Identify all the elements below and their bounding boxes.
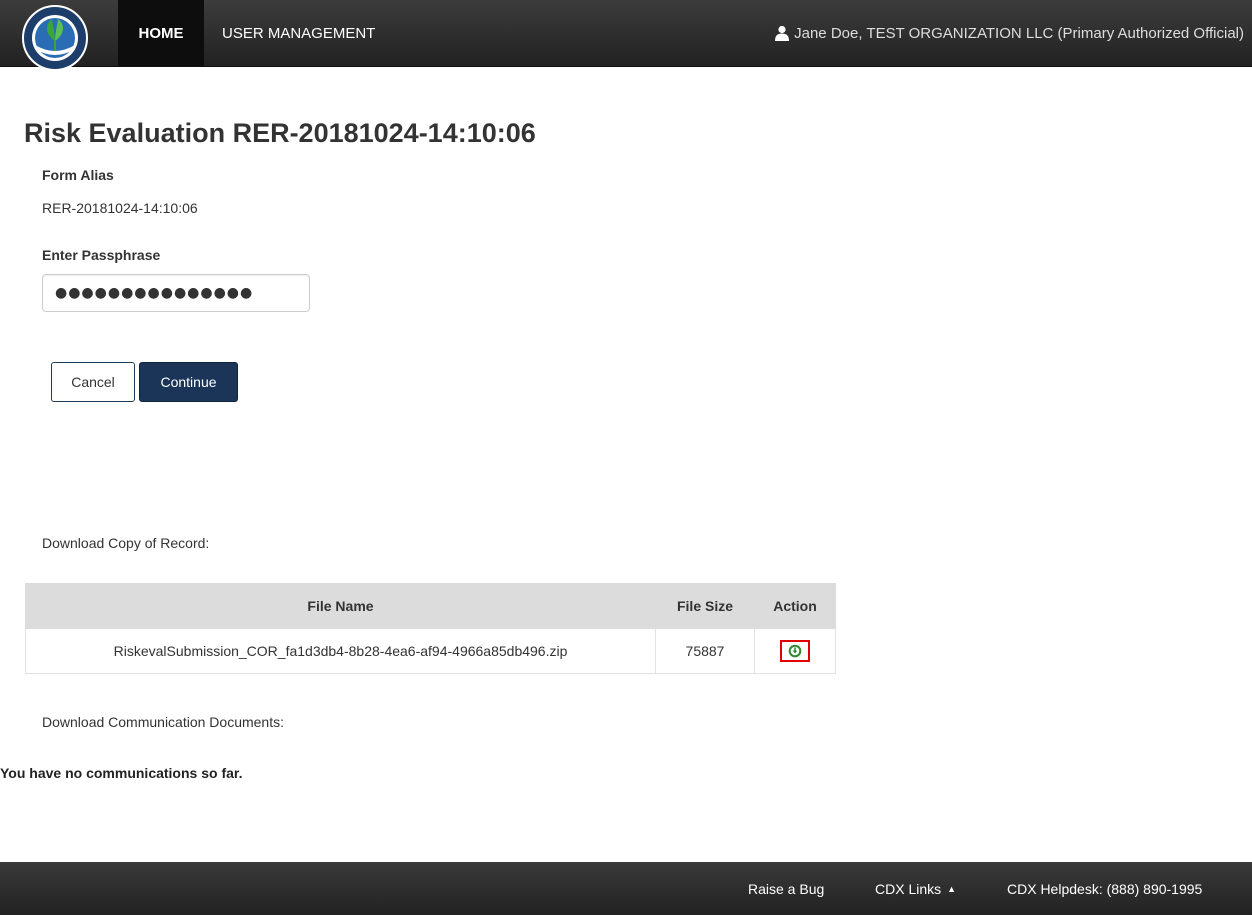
download-icon: [788, 644, 802, 658]
form-alias-label: Form Alias: [42, 167, 114, 183]
passphrase-input[interactable]: [42, 274, 310, 312]
user-menu[interactable]: Jane Doe, TEST ORGANIZATION LLC (Primary…: [774, 0, 1244, 66]
column-header-action: Action: [754, 583, 836, 629]
communications-label: Download Communication Documents:: [42, 714, 284, 730]
page-title: Risk Evaluation RER-20181024-14:10:06: [24, 118, 536, 148]
action-cell: [754, 628, 836, 674]
form-alias-value: RER-20181024-14:10:06: [42, 200, 198, 216]
epa-logo[interactable]: [22, 5, 88, 89]
cancel-button[interactable]: Cancel: [51, 362, 135, 402]
file-size-cell: 75887: [655, 628, 755, 674]
page: HOME USER MANAGEMENT Jane Doe, TEST ORGA…: [0, 0, 1252, 915]
no-communications-message: You have no communications so far.: [0, 765, 243, 781]
caret-up-icon: ▲: [947, 883, 957, 894]
nav-home[interactable]: HOME: [118, 0, 204, 66]
user-name-label: Jane Doe, TEST ORGANIZATION LLC (Primary…: [794, 24, 1244, 42]
raise-bug-link[interactable]: Raise a Bug: [748, 862, 824, 915]
epa-seal-icon: [22, 5, 88, 71]
passphrase-label: Enter Passphrase: [42, 247, 161, 263]
nav-user-management[interactable]: USER MANAGEMENT: [222, 0, 375, 66]
user-icon: [775, 25, 790, 41]
file-name-cell: RiskevalSubmission_COR_fa1d3db4-8b28-4ea…: [25, 628, 656, 674]
copy-of-record-label: Download Copy of Record:: [42, 535, 210, 551]
top-navbar: HOME USER MANAGEMENT Jane Doe, TEST ORGA…: [0, 0, 1252, 71]
copy-of-record-table: File Name File Size Action RiskevalSubmi…: [25, 583, 836, 674]
column-header-file-name: File Name: [25, 583, 656, 629]
footer: Raise a Bug CDX Links ▲ CDX Helpdesk: (8…: [0, 862, 1252, 915]
download-button[interactable]: [780, 640, 810, 662]
cdx-links-menu[interactable]: CDX Links ▲: [875, 862, 956, 915]
continue-button[interactable]: Continue: [139, 362, 238, 402]
cdx-links-label: CDX Links: [875, 880, 942, 897]
table-row: RiskevalSubmission_COR_fa1d3db4-8b28-4ea…: [25, 628, 836, 674]
table-header-row: File Name File Size Action: [25, 583, 836, 629]
cdx-helpdesk-link[interactable]: CDX Helpdesk: (888) 890-1995: [1007, 862, 1202, 915]
column-header-file-size: File Size: [655, 583, 755, 629]
